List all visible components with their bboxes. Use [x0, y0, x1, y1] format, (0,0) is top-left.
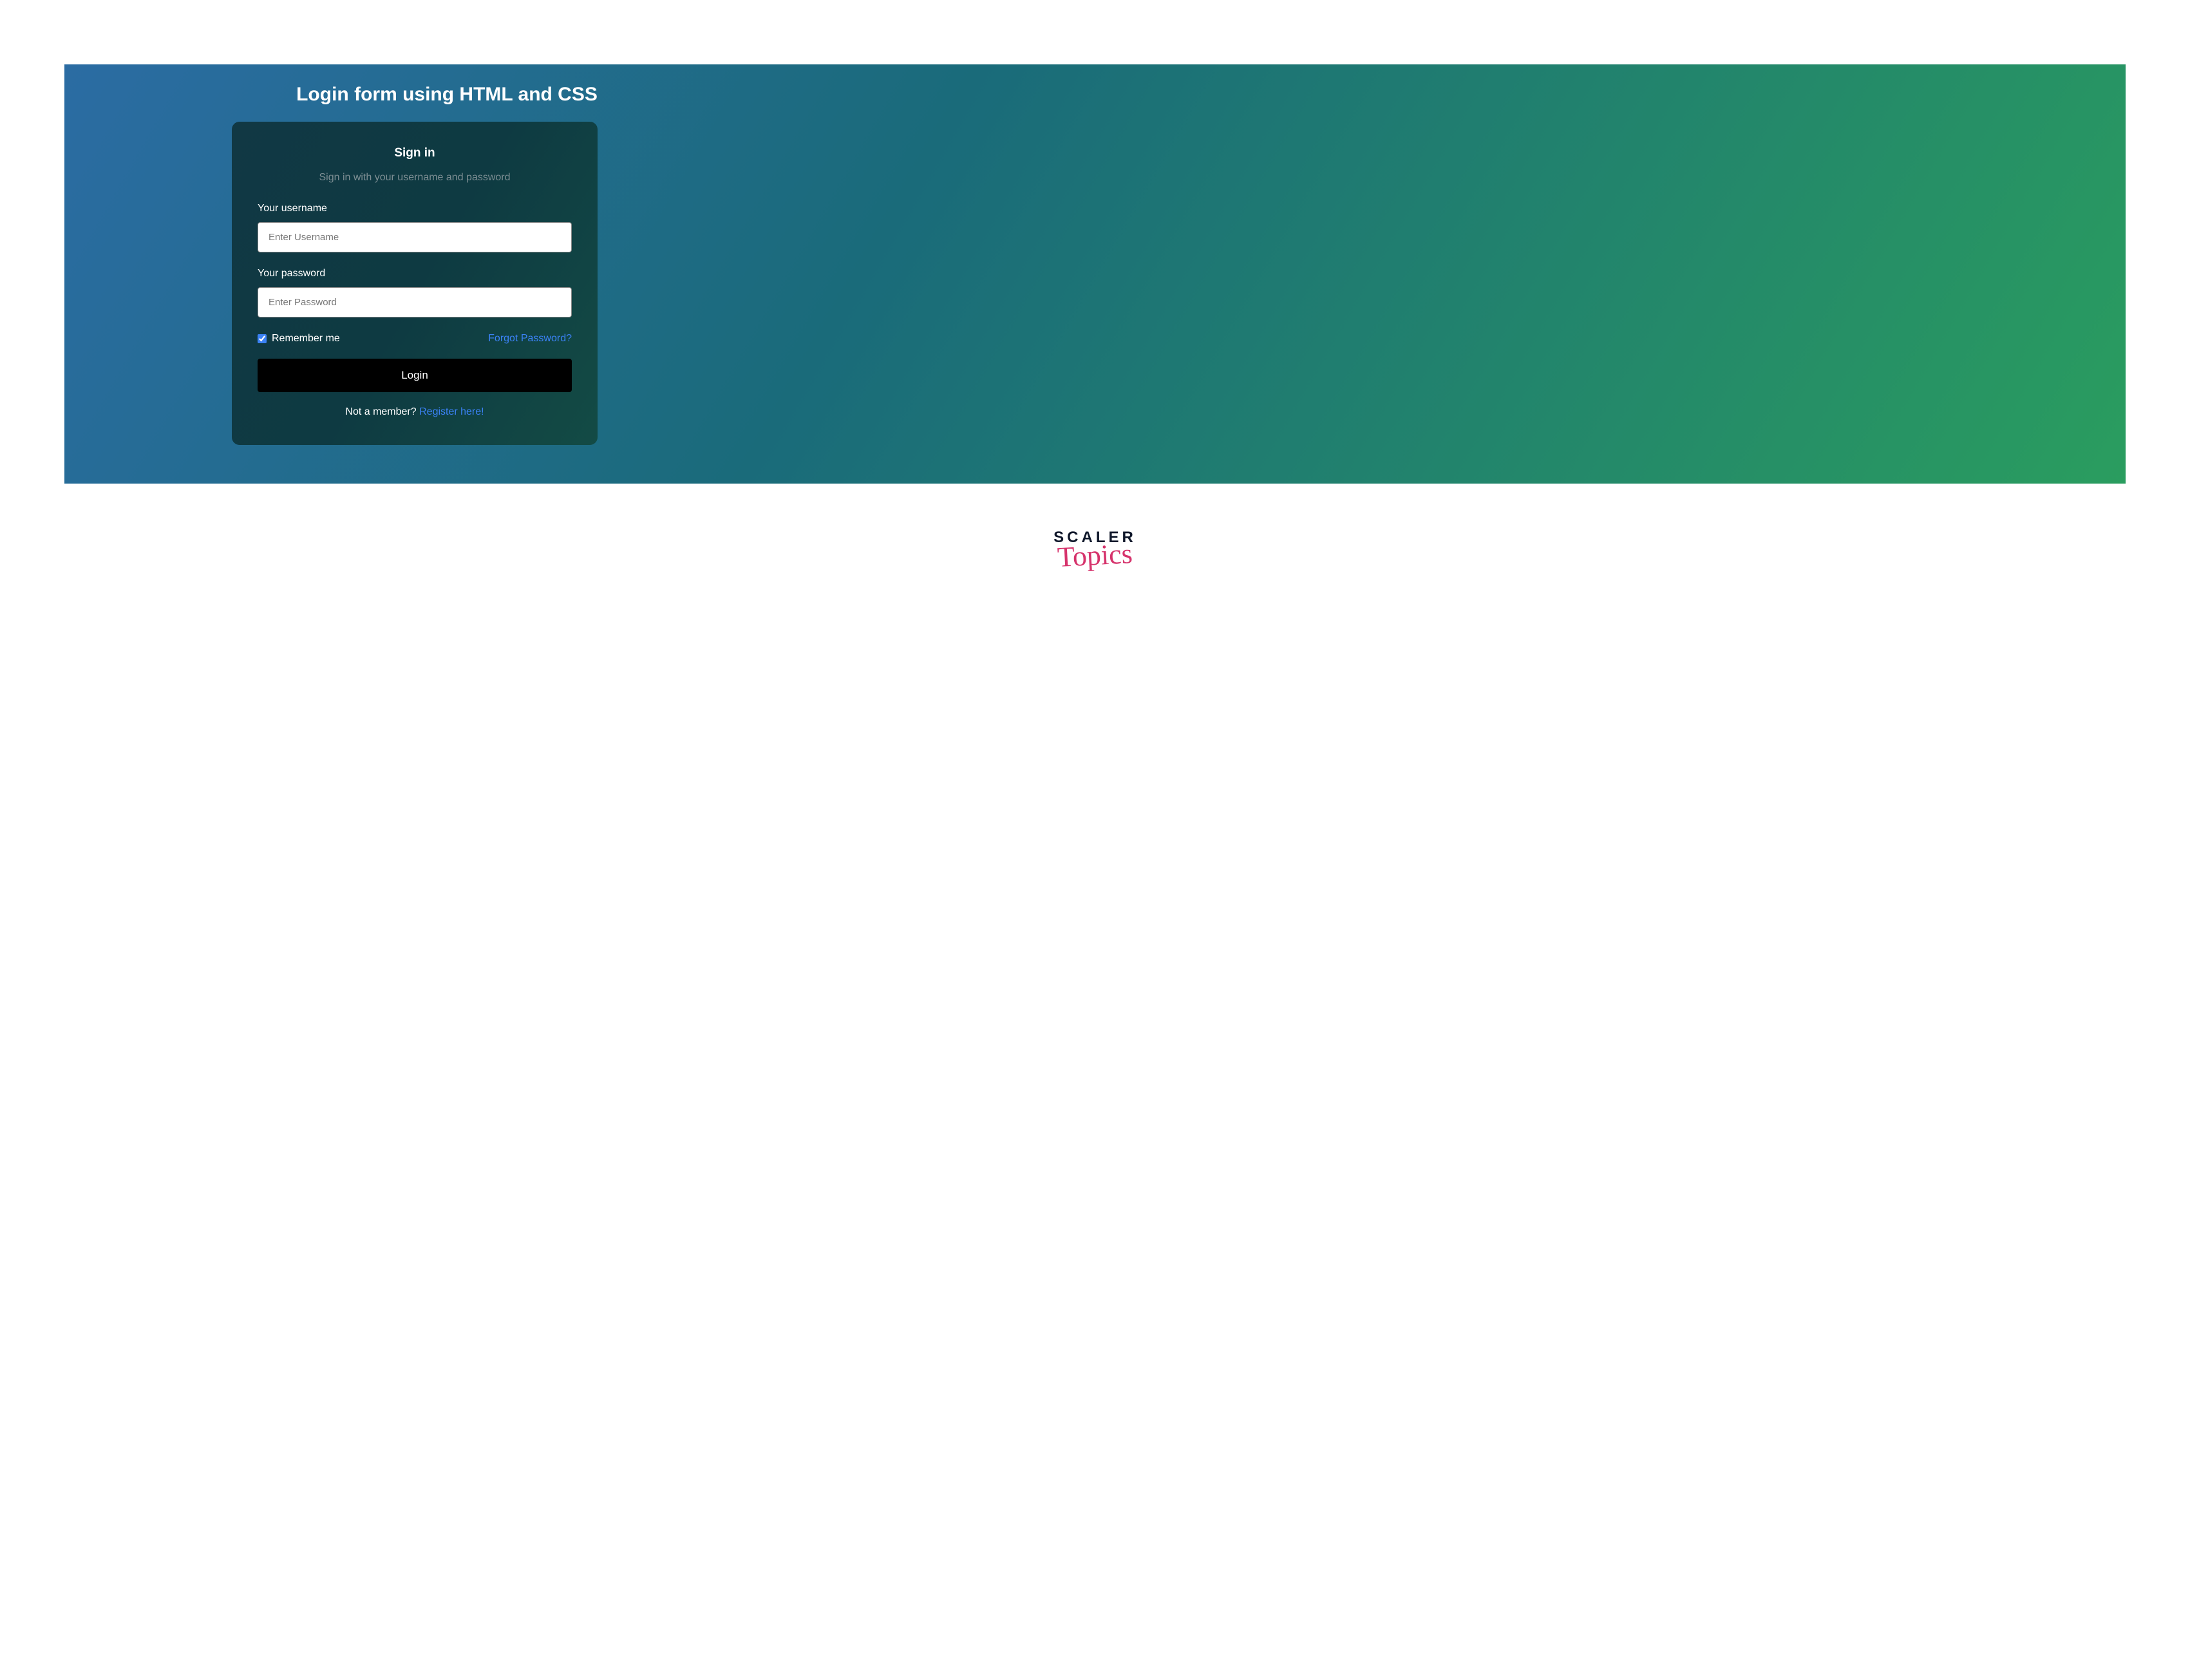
register-line: Not a member? Register here! — [258, 406, 572, 418]
login-card: Sign in Sign in with your username and p… — [232, 122, 598, 445]
password-label: Your password — [258, 268, 572, 279]
password-input[interactable] — [258, 287, 572, 317]
remember-me-label: Remember me — [272, 333, 340, 344]
options-row: Remember me Forgot Password? — [258, 333, 572, 344]
login-page-container: Login form using HTML and CSS Sign in Si… — [64, 64, 2126, 484]
footer-logo: SCALER Topics — [64, 529, 2126, 570]
register-link[interactable]: Register here! — [419, 406, 484, 417]
login-button[interactable]: Login — [258, 359, 572, 392]
forgot-password-link[interactable]: Forgot Password? — [488, 333, 572, 344]
remember-me-checkbox[interactable] — [258, 334, 267, 343]
signin-heading: Sign in — [258, 146, 572, 160]
remember-me-wrap: Remember me — [258, 333, 340, 344]
username-input[interactable] — [258, 222, 572, 252]
page-title: Login form using HTML and CSS — [264, 84, 630, 106]
logo-topics-text: Topics — [1057, 540, 1133, 572]
logo-topics-wrap: Topics — [1057, 542, 1133, 570]
register-text: Not a member? — [345, 406, 419, 417]
username-label: Your username — [258, 203, 572, 214]
signin-subtitle: Sign in with your username and password — [258, 172, 572, 184]
